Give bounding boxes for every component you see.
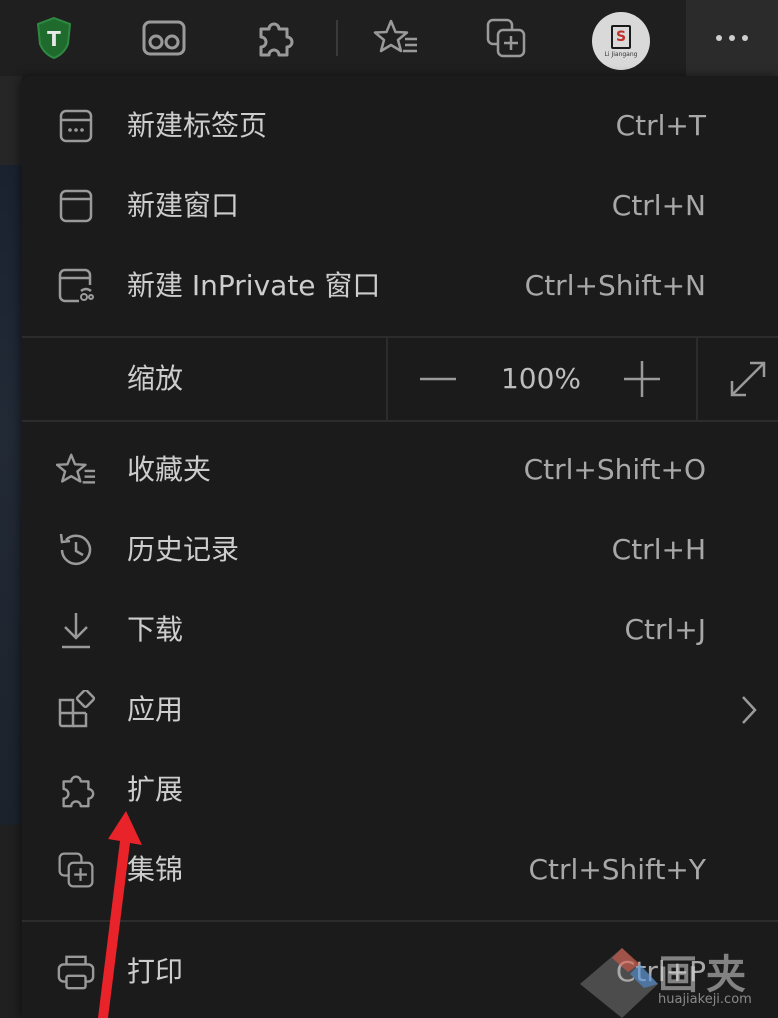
profile-avatar-button[interactable]: S Li Jiangang: [592, 12, 650, 70]
collections-toolbar-button[interactable]: [480, 12, 532, 64]
menu-zoom-row: 缩放 100%: [22, 338, 778, 420]
minus-icon: [420, 377, 456, 381]
watermark-url: huajiakeji.com: [658, 992, 752, 1007]
menu-item-label: 下载: [127, 613, 184, 646]
svg-text:T: T: [47, 27, 61, 51]
menu-item-history[interactable]: 历史记录 Ctrl+H: [22, 510, 778, 590]
browser-toolbar: T S Li Jiangang: [0, 0, 778, 76]
download-icon: [62, 613, 90, 649]
star-list-icon: [373, 19, 417, 53]
menu-item-shortcut: Ctrl+J: [624, 613, 706, 646]
menu-item-shortcut: Ctrl+Shift+N: [524, 269, 706, 302]
extensions-toolbar-button[interactable]: [248, 12, 300, 64]
menu-item-label: 历史记录: [127, 533, 240, 566]
menu-item-new-tab[interactable]: 新建标签页 Ctrl+T: [22, 86, 778, 166]
settings-and-more-button[interactable]: [686, 0, 778, 76]
collections-icon: [486, 18, 526, 58]
puzzle-icon: [259, 22, 294, 57]
menu-item-apps[interactable]: 应用: [22, 670, 778, 750]
menu-item-label: 新建标签页: [127, 109, 268, 142]
menu-item-shortcut: Ctrl+T: [615, 109, 706, 142]
menu-item-new-inprivate-window[interactable]: 新建 InPrivate 窗口 Ctrl+Shift+N: [22, 246, 778, 326]
plus-icon: [624, 361, 660, 397]
menu-item-shortcut: Ctrl+N: [611, 189, 706, 222]
more-horizontal-icon: [716, 35, 748, 41]
menu-item-label: 新建窗口: [127, 189, 240, 222]
new-window-icon: [59, 189, 93, 223]
zoom-in-button[interactable]: [622, 359, 662, 399]
zoom-separator: [386, 338, 388, 420]
annotation-arrow-icon: [98, 811, 142, 1018]
shield-t-icon: T: [36, 16, 72, 60]
history-icon: [59, 533, 92, 566]
tampermonkey-extension-button[interactable]: T: [28, 12, 80, 64]
inprivate-window-icon: [58, 268, 94, 303]
menu-item-label: 新建 InPrivate 窗口: [127, 269, 381, 302]
favorites-toolbar-button[interactable]: [370, 12, 422, 64]
menu-item-shortcut: Ctrl+H: [611, 533, 706, 566]
avatar-logo: S: [611, 24, 631, 49]
favorites-icon: [56, 453, 96, 484]
zoom-label: 缩放: [127, 362, 184, 395]
zoom-value: 100%: [500, 362, 582, 395]
apps-icon: [58, 690, 96, 728]
new-tab-icon: [59, 109, 93, 143]
avatar-caption: Li Jiangang: [604, 50, 638, 58]
zoom-separator: [696, 338, 698, 420]
toolbar-separator: [336, 20, 338, 56]
extensions-icon: [62, 775, 95, 808]
menu-divider: [22, 420, 778, 422]
glasses-icon: [142, 20, 186, 56]
reading-mode-button[interactable]: [138, 12, 190, 64]
menu-item-new-window[interactable]: 新建窗口 Ctrl+N: [22, 166, 778, 246]
chevron-right-icon: [742, 696, 757, 724]
menu-item-shortcut: Ctrl+Shift+O: [523, 453, 706, 486]
page-background: [0, 76, 22, 165]
zoom-out-button[interactable]: [418, 359, 458, 399]
menu-item-downloads[interactable]: 下载 Ctrl+J: [22, 590, 778, 670]
menu-item-shortcut: Ctrl+Shift+Y: [528, 853, 707, 886]
menu-item-favorites[interactable]: 收藏夹 Ctrl+Shift+O: [22, 430, 778, 510]
menu-item-label: 应用: [127, 693, 184, 726]
page-background-content: [0, 165, 22, 825]
menu-item-label: 收藏夹: [127, 453, 212, 486]
fullscreen-button[interactable]: [728, 359, 768, 399]
fullscreen-expand-icon: [730, 361, 766, 397]
